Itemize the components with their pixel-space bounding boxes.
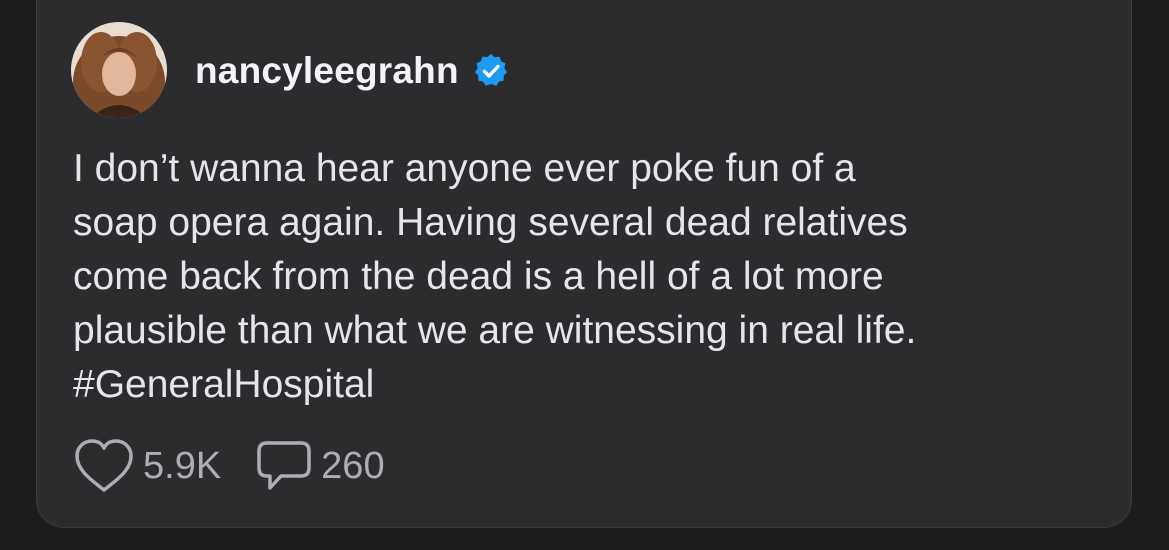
avatar[interactable]: [71, 22, 167, 118]
comment-count: 260: [321, 444, 385, 487]
speech-bubble-icon: [257, 441, 311, 490]
post-text: I don’t wanna hear anyone ever poke fun …: [73, 147, 917, 406]
username-row: nancyleegrahn: [195, 46, 509, 96]
username[interactable]: nancyleegrahn: [195, 50, 459, 92]
avatar-image: [71, 22, 167, 118]
like-count: 5.9K: [143, 444, 222, 487]
post-actions: 5.9K 260: [73, 436, 419, 496]
comment-button[interactable]: 260: [255, 438, 385, 494]
heart-icon: [75, 439, 133, 492]
like-button[interactable]: 5.9K: [73, 438, 221, 494]
post-card[interactable]: nancyleegrahn I don’t wanna hear anyone …: [36, 0, 1132, 528]
verified-badge-icon: [474, 54, 507, 86]
